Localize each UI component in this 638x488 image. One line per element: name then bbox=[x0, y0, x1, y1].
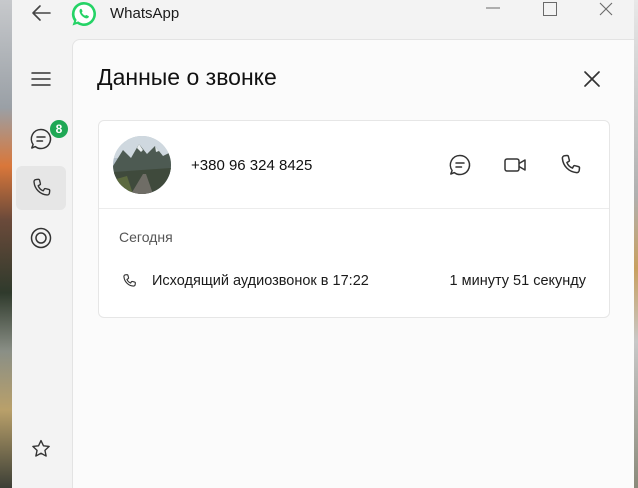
calls-button[interactable] bbox=[16, 166, 66, 210]
status-icon bbox=[30, 227, 52, 249]
close-icon[interactable] bbox=[599, 2, 613, 16]
unread-badge: 8 bbox=[50, 120, 68, 138]
voice-call-icon[interactable] bbox=[558, 153, 582, 177]
chats-button[interactable]: 8 bbox=[16, 117, 68, 161]
section-date-label: Сегодня bbox=[119, 229, 173, 245]
title-bar: WhatsApp bbox=[12, 0, 634, 30]
app-title: WhatsApp bbox=[110, 5, 180, 22]
message-icon[interactable] bbox=[448, 153, 472, 177]
page-title: Данные о звонке bbox=[97, 64, 277, 90]
call-details-card: +380 96 324 8425 Сегодня Исходящий аудио… bbox=[98, 120, 610, 318]
starred-icon bbox=[32, 439, 50, 457]
back-arrow-icon[interactable] bbox=[30, 3, 52, 23]
video-call-icon[interactable] bbox=[503, 153, 527, 177]
menu-button[interactable] bbox=[16, 57, 66, 101]
starred-button[interactable] bbox=[16, 427, 66, 471]
close-pane-icon[interactable] bbox=[581, 68, 603, 90]
call-details-pane: Данные о звонке +380 96 324 8425 Сегодня… bbox=[72, 39, 634, 488]
call-duration: 1 минуту 51 секунду bbox=[449, 273, 586, 289]
avatar[interactable] bbox=[113, 136, 171, 194]
menu-icon bbox=[31, 72, 51, 86]
contact-phone-number: +380 96 324 8425 bbox=[191, 157, 313, 174]
status-button[interactable] bbox=[16, 216, 66, 260]
outgoing-call-icon bbox=[123, 274, 136, 287]
call-description: Исходящий аудиозвонок в 17:22 bbox=[152, 273, 369, 289]
desktop-wallpaper-right bbox=[634, 0, 638, 488]
whatsapp-window: WhatsApp 8 Данные о звонке +380 96 324 8… bbox=[12, 0, 634, 488]
divider bbox=[99, 208, 609, 209]
desktop-wallpaper-left bbox=[0, 0, 12, 488]
navigation-rail: 8 bbox=[12, 30, 72, 488]
minimize-icon[interactable] bbox=[484, 6, 502, 10]
whatsapp-logo-icon bbox=[71, 1, 96, 26]
contact-photo-mountains bbox=[113, 136, 171, 194]
calls-icon bbox=[33, 178, 51, 196]
maximize-icon[interactable] bbox=[543, 2, 557, 16]
